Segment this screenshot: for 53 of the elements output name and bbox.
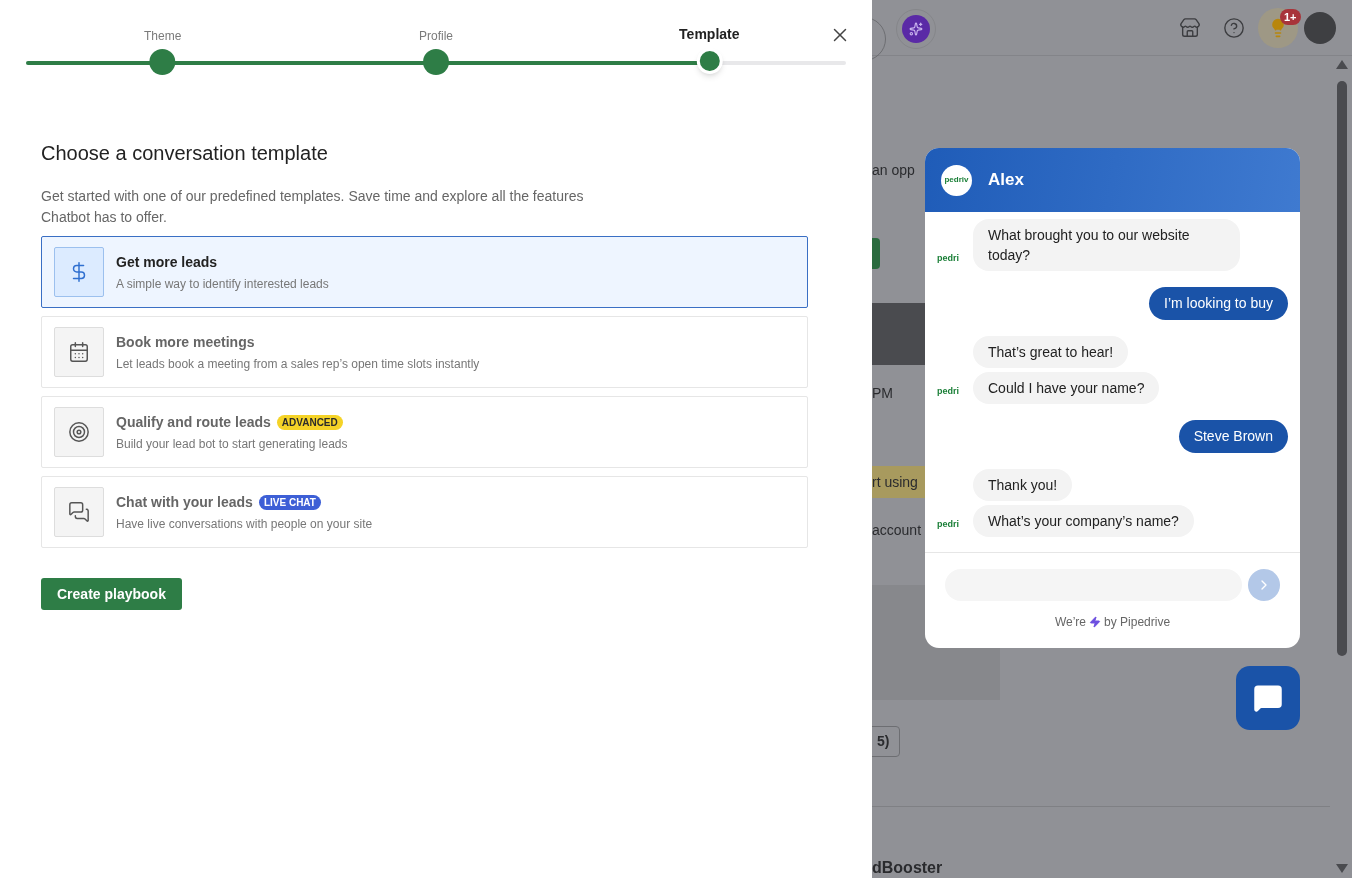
- bot-message: That’s great to hear!: [973, 336, 1129, 368]
- create-playbook-button[interactable]: Create playbook: [41, 578, 182, 610]
- bot-message: Thank you!: [973, 469, 1073, 501]
- bot-logo: pedriv: [941, 164, 972, 196]
- template-description: A simple way to identify interested leads: [116, 275, 329, 293]
- page-button-edge: [872, 238, 880, 269]
- template-option[interactable]: Chat with your leads LIVE CHAT Have live conversations with people on your site: [41, 476, 808, 548]
- template-tag: LIVE CHAT: [258, 494, 321, 510]
- user-message: Steve Brown: [1178, 420, 1288, 453]
- bot-logo: pedri: [937, 251, 960, 265]
- calendar-icon: [68, 341, 90, 363]
- lightning-icon: [1089, 616, 1102, 628]
- help-icon[interactable]: [1223, 17, 1245, 39]
- bot-message: Could I have your name?: [973, 372, 1160, 404]
- template-description: Let leads book a meeting from a sales rep’s open time slots instantly: [116, 355, 480, 373]
- chat-icon: [1253, 683, 1283, 713]
- intro-text: Get started with one of our predefined templates. Save time and explore all the features Chatbot has to offer.: [41, 187, 585, 227]
- template-description: Have live conversations with people on your site: [116, 515, 373, 533]
- bot-message: What brought you to our website today?: [973, 219, 1240, 271]
- agent-name: Alex: [988, 169, 1024, 192]
- chat-bubbles-icon: [68, 501, 90, 523]
- bot-logo: pedri: [937, 517, 960, 531]
- template-option[interactable]: Qualify and route leads ADVANCED Build your lead bot to start generating leads: [41, 396, 808, 468]
- page-button[interactable]: 5): [872, 726, 901, 757]
- page-text: PM: [872, 384, 893, 403]
- template-title: Book more meetings: [116, 332, 255, 352]
- template-title: Get more leads: [116, 252, 218, 272]
- tips-button[interactable]: [1258, 8, 1298, 48]
- step-label[interactable]: Theme: [144, 27, 182, 45]
- footer-text: We’re: [1054, 614, 1087, 631]
- page-heading: Choose a conversation template: [41, 141, 329, 166]
- step-label[interactable]: Profile: [419, 27, 453, 45]
- user-message: I’m looking to buy: [1149, 287, 1288, 320]
- template-description: Build your lead bot to start generating leads: [116, 435, 348, 453]
- template-option[interactable]: Book more meetings Let leads book a meeting from a sales rep’s open time slots instantly: [41, 316, 808, 388]
- page-banner: rt using: [872, 466, 925, 498]
- bot-message: What’s your company’s name?: [973, 505, 1194, 537]
- avatar-placeholder[interactable]: [1304, 12, 1336, 44]
- page-text: an opp: [872, 161, 915, 180]
- template-title: Qualify and route leads: [116, 412, 271, 432]
- bot-logo: pedri: [937, 384, 960, 398]
- store-icon[interactable]: [1179, 17, 1201, 39]
- template-tag: ADVANCED: [276, 414, 343, 430]
- step-label[interactable]: Template: [679, 24, 740, 45]
- page-text: account: [872, 521, 922, 540]
- template-option[interactable]: Get more leads A simple way to identify interested leads: [41, 236, 808, 308]
- template-title: Chat with your leads: [116, 492, 253, 512]
- sparkles-icon: [909, 22, 923, 36]
- page-heading: dBooster: [872, 858, 943, 878]
- target-icon: [68, 421, 90, 443]
- footer-text: by Pipedrive: [1104, 614, 1171, 631]
- chat-launcher-button[interactable]: [1236, 666, 1300, 730]
- notification-count: 1+: [1280, 9, 1301, 25]
